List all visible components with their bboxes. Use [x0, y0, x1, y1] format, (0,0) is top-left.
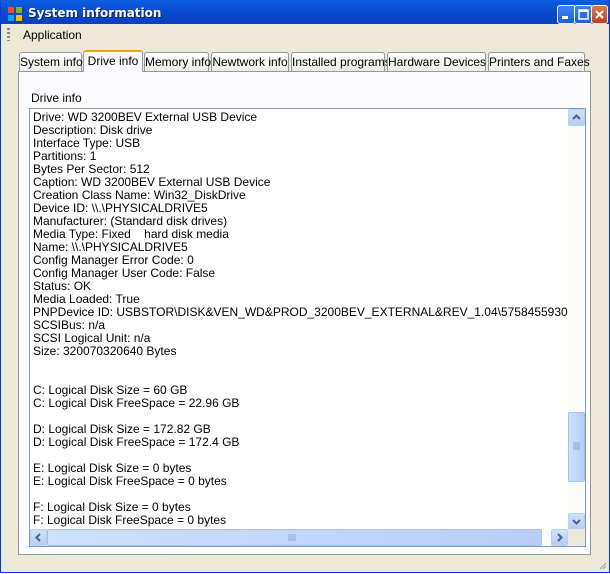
tab-system-info[interactable]: System info [19, 52, 83, 71]
app-icon [8, 7, 22, 21]
menu-application[interactable]: Application [17, 27, 88, 43]
horizontal-scrollbar[interactable] [30, 529, 568, 546]
resize-grip-icon[interactable] [597, 560, 607, 570]
chevron-left-icon [35, 533, 41, 542]
grip-icon [573, 442, 580, 450]
tab-memory-info[interactable]: Memory info [144, 52, 211, 71]
scrollbar-corner [568, 529, 585, 546]
drive-info-line [33, 358, 569, 371]
drive-info-line: PNPDevice ID: USBSTOR\DISK&VEN_WD&PROD_3… [33, 305, 569, 319]
close-button[interactable] [591, 5, 608, 24]
drive-info-line: F: Logical Disk FreeSpace = 0 bytes [33, 513, 227, 527]
toolstrip-grip[interactable] [7, 28, 10, 41]
scroll-left-button[interactable] [30, 529, 47, 546]
drive-info-line: D: Logical Disk FreeSpace = 172.4 GB [33, 435, 240, 449]
window-title: System information [28, 6, 162, 20]
tab-drive-info[interactable]: Drive info [83, 50, 143, 72]
chevron-right-icon [557, 533, 563, 542]
minimize-icon [562, 16, 568, 19]
drive-info-text[interactable]: Drive: WD 3200BEV External USB Device Des… [33, 111, 569, 529]
drive-info-textbox[interactable]: Drive: WD 3200BEV External USB Device Des… [29, 108, 586, 547]
menu-bar: Application [1, 24, 609, 46]
horizontal-scroll-thumb[interactable] [47, 529, 542, 546]
chevron-down-icon [572, 519, 581, 525]
drive-info-line: Interface Type: USB [33, 136, 141, 150]
app-window: System information Application System in… [0, 0, 610, 573]
drive-info-label: Drive info [31, 91, 82, 105]
close-icon [595, 10, 604, 19]
vertical-scrollbar[interactable] [568, 109, 585, 530]
chevron-up-icon [572, 114, 581, 120]
vertical-scroll-thumb[interactable] [568, 412, 585, 482]
tab-network-info[interactable]: Newtwork info [211, 52, 289, 71]
scroll-right-button[interactable] [551, 529, 568, 546]
drive-info-line: E: Logical Disk FreeSpace = 0 bytes [33, 474, 227, 488]
scroll-up-button[interactable] [568, 109, 585, 126]
tab-hardware-devices[interactable]: Hardware Devices [387, 52, 486, 71]
scroll-down-button[interactable] [568, 513, 585, 530]
grip-icon [288, 534, 296, 541]
drive-info-line: C: Logical Disk FreeSpace = 22.96 GB [33, 396, 240, 410]
tab-installed-programs[interactable]: Installed programs [291, 52, 391, 71]
tab-printers-and-faxes[interactable]: Printers and Faxes [488, 52, 590, 71]
drive-info-line: Config Manager User Code: False [33, 266, 216, 280]
drive-info-panel: Drive info Drive: WD 3200BEV External US… [18, 71, 591, 555]
drive-info-line: Size: 320070320640 Bytes [33, 344, 177, 358]
maximize-icon [578, 9, 589, 20]
